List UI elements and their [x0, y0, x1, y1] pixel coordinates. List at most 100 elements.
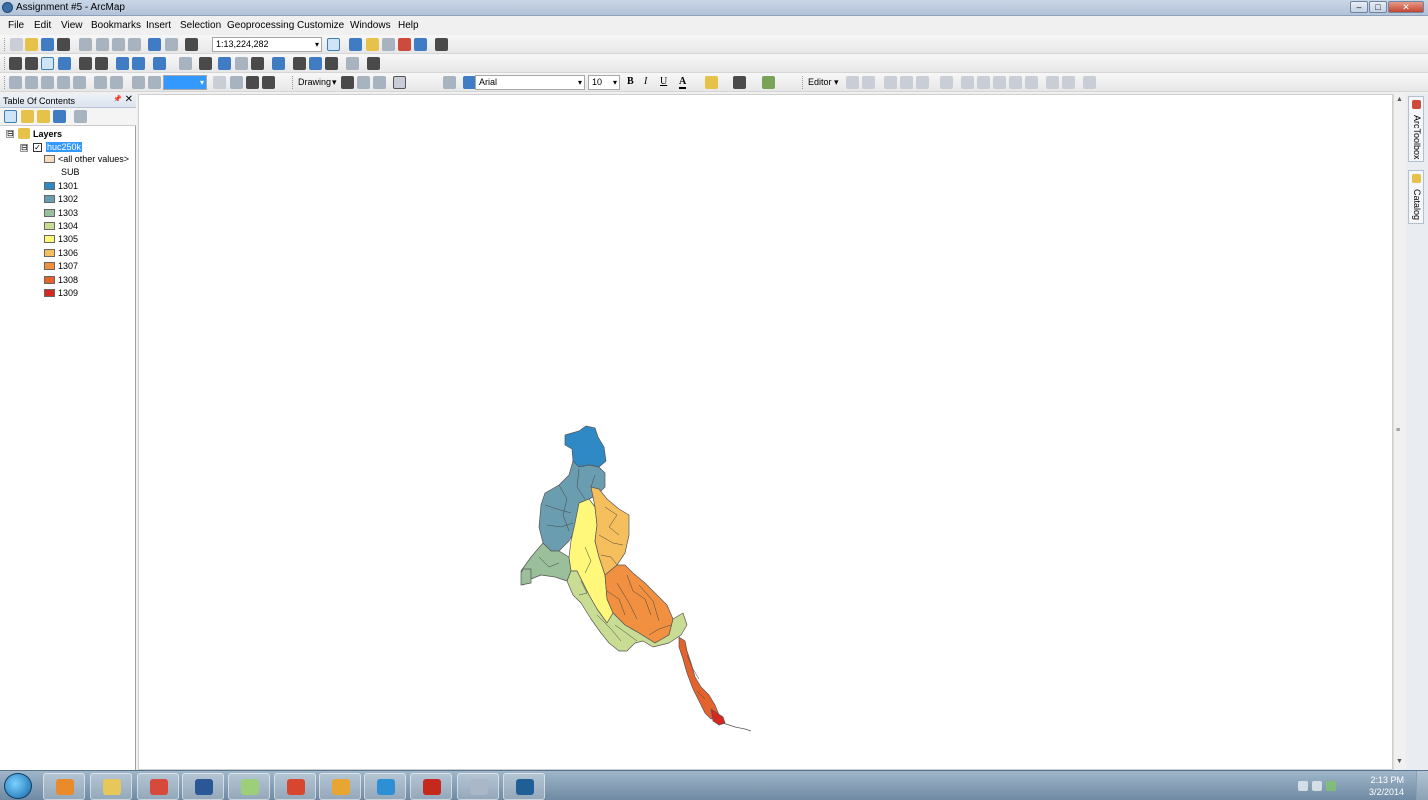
- new-text-icon[interactable]: [418, 76, 431, 89]
- map-display[interactable]: [138, 94, 1393, 770]
- close-button[interactable]: ✕: [1388, 1, 1424, 13]
- calculator-taskbar-button[interactable]: [457, 773, 499, 800]
- network-icon[interactable]: [1326, 781, 1336, 791]
- arctoolbox-icon[interactable]: [398, 38, 411, 51]
- legend-label[interactable]: 1306: [58, 248, 78, 258]
- font-size-combo[interactable]: 10 ▾: [588, 75, 620, 90]
- rotate-editor-icon[interactable]: [1009, 76, 1022, 89]
- sketch-properties-icon[interactable]: [1046, 76, 1059, 89]
- select-elements-arrow-icon[interactable]: [341, 76, 354, 89]
- cut-icon[interactable]: [79, 38, 92, 51]
- toolbar-grip[interactable]: [4, 38, 7, 51]
- legend-swatch[interactable]: [44, 222, 55, 230]
- copy-icon[interactable]: [96, 38, 109, 51]
- focus-data-frame-icon[interactable]: [230, 76, 243, 89]
- legend-swatch[interactable]: [44, 195, 55, 203]
- edit-vertices-editor-icon[interactable]: [940, 76, 953, 89]
- legend-swatch[interactable]: [44, 276, 55, 284]
- rectangle-icon[interactable]: [393, 76, 406, 89]
- menu-insert[interactable]: Insert: [146, 20, 171, 31]
- map-app-taskbar-button[interactable]: [228, 773, 270, 800]
- layout-fixed-zoom-out-icon[interactable]: [110, 76, 123, 89]
- pan-icon[interactable]: [41, 57, 54, 70]
- editor-menu[interactable]: Editor: [808, 77, 832, 87]
- layer-visibility-checkbox[interactable]: ✓: [33, 143, 42, 152]
- bold-button[interactable]: B: [627, 76, 634, 87]
- fixed-zoom-in-icon[interactable]: [79, 57, 92, 70]
- marker-color-icon[interactable]: [762, 76, 775, 89]
- layout-zoom-out-icon[interactable]: [25, 76, 38, 89]
- action-center-icon[interactable]: [1298, 781, 1308, 791]
- paste-icon[interactable]: [112, 38, 125, 51]
- close-icon[interactable]: ✕: [125, 94, 133, 105]
- save-icon[interactable]: [41, 38, 54, 51]
- time-slider-icon[interactable]: [346, 57, 359, 70]
- pin-icon[interactable]: 📌: [113, 95, 122, 103]
- minimize-button[interactable]: –: [1350, 1, 1368, 13]
- legend-label[interactable]: 1301: [58, 181, 78, 191]
- edit-tool-icon[interactable]: [846, 76, 859, 89]
- straight-segment-icon[interactable]: [884, 76, 897, 89]
- legend-label[interactable]: <all other values>: [58, 154, 129, 164]
- arcmap-taskbar-button[interactable]: [503, 773, 545, 800]
- editor-options-icon[interactable]: [1083, 76, 1096, 89]
- endpoint-arc-icon[interactable]: [900, 76, 913, 89]
- legend-swatch[interactable]: [44, 235, 55, 243]
- collapse-icon[interactable]: ⊟: [6, 130, 14, 138]
- data-driven-pages-icon[interactable]: [262, 76, 275, 89]
- watershed-map[interactable]: [139, 95, 1394, 771]
- list-by-drawing-order-icon[interactable]: [4, 110, 17, 123]
- toolbar-grip[interactable]: [4, 76, 7, 89]
- scroll-grip-icon[interactable]: ≡: [1396, 427, 1400, 434]
- fixed-zoom-out-icon[interactable]: [95, 57, 108, 70]
- legend-label[interactable]: 1304: [58, 221, 78, 231]
- internet-explorer-taskbar-button[interactable]: [364, 773, 406, 800]
- font-name-combo[interactable]: Arial ▾: [475, 75, 585, 90]
- menu-edit[interactable]: Edit: [34, 20, 51, 31]
- font-color-button[interactable]: A: [679, 76, 687, 89]
- go-to-xy-icon[interactable]: [325, 57, 338, 70]
- line-color-icon[interactable]: [733, 76, 746, 89]
- show-desktop-button[interactable]: [1416, 771, 1428, 800]
- create-viewer-window-icon[interactable]: [367, 57, 380, 70]
- attributes-icon[interactable]: [1025, 76, 1038, 89]
- zoom-in-icon[interactable]: [9, 57, 22, 70]
- editor-toolbar-icon[interactable]: [327, 38, 340, 51]
- zoom-out-icon[interactable]: [25, 57, 38, 70]
- html-popup-icon[interactable]: [251, 57, 264, 70]
- volume-icon[interactable]: [1312, 781, 1322, 791]
- clock-time[interactable]: 2:13 PM: [1370, 775, 1404, 785]
- map-vertical-scrollbar[interactable]: ▲ ≡ ▼: [1393, 94, 1405, 770]
- legend-swatch[interactable]: [44, 209, 55, 217]
- identify-icon[interactable]: [218, 57, 231, 70]
- go-forward-icon[interactable]: [132, 57, 145, 70]
- data-frame-layers[interactable]: Layers: [33, 129, 62, 139]
- legend-swatch[interactable]: [44, 262, 55, 270]
- legend-label[interactable]: 1303: [58, 208, 78, 218]
- layout-pan-icon[interactable]: [41, 76, 54, 89]
- list-by-visibility-icon[interactable]: [37, 110, 50, 123]
- legend-label[interactable]: 1308: [58, 275, 78, 285]
- reshape-feature-icon[interactable]: [961, 76, 974, 89]
- menu-selection[interactable]: Selection: [180, 20, 221, 31]
- layout-zoom-in-icon[interactable]: [9, 76, 22, 89]
- clock-date[interactable]: 3/2/2014: [1369, 787, 1404, 797]
- toggle-draft-mode-icon[interactable]: [213, 76, 226, 89]
- hyperlink-icon[interactable]: [235, 57, 248, 70]
- toolbar-grip[interactable]: [802, 76, 805, 89]
- redo-icon[interactable]: [165, 38, 178, 51]
- menu-geoprocessing[interactable]: Geoprocessing: [227, 20, 294, 31]
- legend-swatch[interactable]: [44, 289, 55, 297]
- legend-swatch[interactable]: [44, 155, 55, 163]
- menu-bookmarks[interactable]: Bookmarks: [91, 20, 141, 31]
- cut-polygons-icon[interactable]: [977, 76, 990, 89]
- undo-icon[interactable]: [148, 38, 161, 51]
- open-icon[interactable]: [25, 38, 38, 51]
- edit-annotation-icon[interactable]: [862, 76, 875, 89]
- go-back-icon[interactable]: [116, 57, 129, 70]
- legend-label[interactable]: 1302: [58, 194, 78, 204]
- word-taskbar-button[interactable]: [182, 773, 224, 800]
- map-scale-combo[interactable]: 1:13,224,282 ▾: [212, 37, 322, 52]
- layout-fixed-zoom-in-icon[interactable]: [94, 76, 107, 89]
- catalog-window-icon[interactable]: [366, 38, 379, 51]
